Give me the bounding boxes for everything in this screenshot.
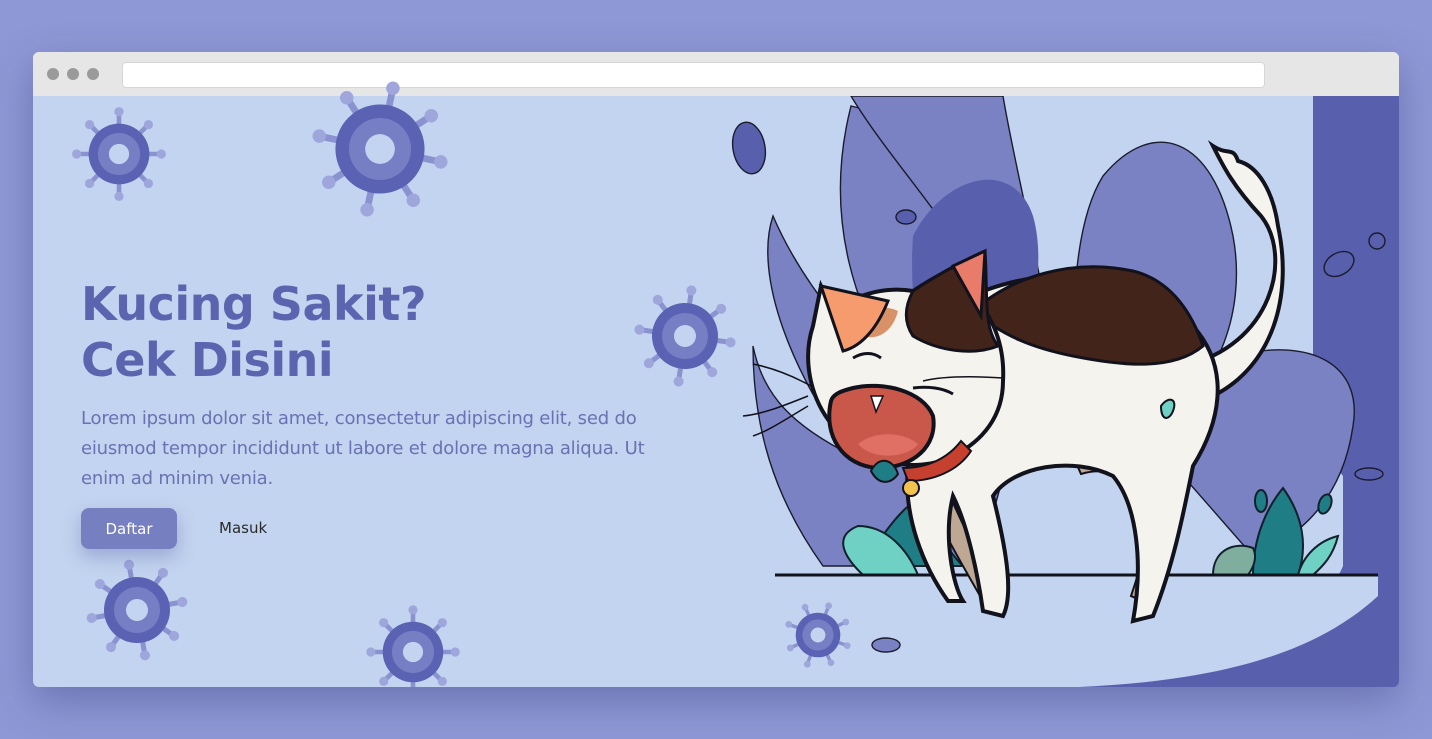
address-bar[interactable] (122, 62, 1265, 88)
virus-icon (85, 558, 189, 662)
hero-title-line-1: Kucing Sakit? (81, 277, 427, 331)
browser-window: Kucing Sakit? Cek Disini Lorem ipsum dol… (33, 52, 1399, 687)
window-close-dot[interactable] (47, 68, 59, 80)
virus-icon (305, 74, 455, 224)
virus-icon (71, 106, 167, 202)
window-minimize-dot[interactable] (67, 68, 79, 80)
window-maximize-dot[interactable] (87, 68, 99, 80)
browser-titlebar (33, 52, 1399, 96)
hero-description: Lorem ipsum dolor sit amet, consectetur … (81, 408, 645, 489)
masuk-button[interactable]: Masuk (203, 508, 283, 549)
hero-title: Kucing Sakit? Cek Disini (81, 276, 427, 388)
hero-section: Kucing Sakit? Cek Disini Lorem ipsum dol… (33, 96, 1399, 687)
daftar-button[interactable]: Daftar (81, 508, 177, 549)
virus-icon (345, 602, 481, 687)
sick-cat-illustration (731, 96, 1399, 687)
hero-title-line-2: Cek Disini (81, 333, 334, 387)
